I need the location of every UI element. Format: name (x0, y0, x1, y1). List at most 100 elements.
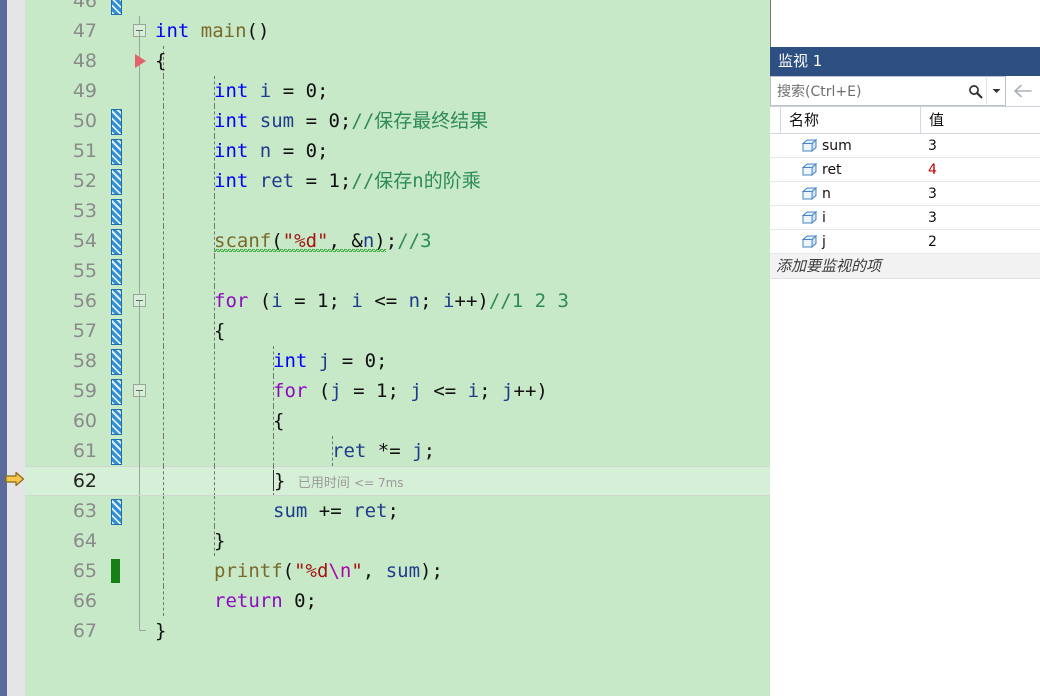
code-text[interactable]: { (155, 406, 284, 436)
outlining-column[interactable] (129, 256, 151, 286)
outlining-column[interactable] (129, 436, 151, 466)
outlining-column[interactable] (129, 286, 151, 316)
outlining-column[interactable] (129, 586, 151, 616)
watch-row[interactable]: j2 (770, 230, 1040, 254)
editor-indicator-margin[interactable] (7, 0, 25, 696)
change-bar-edited (111, 229, 122, 255)
outlining-column[interactable] (129, 226, 151, 256)
code-text[interactable]: printf("%d\n", sum); (155, 556, 443, 586)
code-lines[interactable]: 4647int main()48 {49int i = 0;50int sum =… (25, 0, 770, 646)
code-text[interactable]: int n = 0; (155, 136, 329, 166)
code-text[interactable]: int j = 0; (155, 346, 388, 376)
code-line[interactable]: 64} (25, 526, 770, 556)
outlining-column[interactable] (129, 106, 151, 136)
code-line[interactable]: 46 (25, 0, 770, 16)
outlining-column[interactable] (129, 316, 151, 346)
watch-search-bar[interactable]: 搜索(Ctrl+E) (770, 76, 1040, 107)
code-line[interactable]: 53 (25, 196, 770, 226)
watch-variable-name[interactable]: ret (780, 158, 920, 181)
code-text[interactable]: { (155, 316, 225, 346)
watch-row[interactable]: i3 (770, 206, 1040, 230)
watch-variable-name[interactable]: sum (780, 134, 920, 157)
watch-variable-name[interactable]: n (780, 182, 920, 205)
code-text[interactable]: sum += ret; (155, 496, 399, 526)
code-text[interactable]: int i = 0; (155, 76, 329, 106)
code-text[interactable]: int ret = 1;//保存n的阶乘 (155, 166, 481, 196)
watch-row[interactable]: n3 (770, 182, 1040, 206)
search-icon[interactable] (964, 76, 986, 106)
outlining-column[interactable] (129, 346, 151, 376)
watch-variable-value[interactable]: 4 (920, 158, 1040, 181)
line-number: 63 (25, 496, 97, 526)
field-box-icon (802, 211, 817, 224)
code-line[interactable]: 67} (25, 616, 770, 646)
code-line[interactable]: 48 { (25, 46, 770, 76)
watch-table-body[interactable]: sum3ret4n3i3j2 (770, 134, 1040, 254)
outlining-column[interactable] (129, 16, 151, 46)
watch-variable-value[interactable]: 2 (920, 230, 1040, 253)
code-text[interactable]: ret *= j; (155, 436, 435, 466)
outlining-column[interactable] (129, 556, 151, 586)
code-line[interactable]: 47int main() (25, 16, 770, 46)
code-line[interactable]: 49int i = 0; (25, 76, 770, 106)
code-line[interactable]: 60{ (25, 406, 770, 436)
code-line[interactable]: 62} 已用时间 <= 7ms (25, 466, 770, 496)
outline-elbow (139, 630, 146, 631)
code-line[interactable]: 56for (i = 1; i <= n; i++)//1 2 3 (25, 286, 770, 316)
code-line[interactable]: 63 sum += ret; (25, 496, 770, 526)
code-line[interactable]: 51int n = 0; (25, 136, 770, 166)
watch-variable-name[interactable]: j (780, 230, 920, 253)
watch-variable-name[interactable]: i (780, 206, 920, 229)
code-text[interactable]: scanf("%d", &n);//3 (155, 226, 432, 256)
watch-window[interactable]: 监视 1 搜索(Ctrl+E) 名称 (770, 47, 1040, 696)
code-line[interactable]: 54scanf("%d", &n);//3 (25, 226, 770, 256)
outlining-column[interactable] (129, 166, 151, 196)
outlining-column[interactable] (129, 376, 151, 406)
outlining-column[interactable] (129, 496, 151, 526)
outlining-column[interactable] (129, 616, 151, 646)
watch-search-placeholder: 搜索(Ctrl+E) (777, 81, 861, 101)
code-line[interactable]: 61ret *= j; (25, 436, 770, 466)
code-line[interactable]: 50int sum = 0;//保存最终结果 (25, 106, 770, 136)
outlining-column[interactable] (129, 526, 151, 556)
code-line[interactable]: 55 (25, 256, 770, 286)
arrow-left-icon[interactable] (1006, 76, 1040, 106)
code-line[interactable]: 58int j = 0; (25, 346, 770, 376)
watch-column-name[interactable]: 名称 (781, 107, 921, 133)
watch-variable-value[interactable]: 3 (920, 134, 1040, 157)
change-bar-edited (111, 439, 122, 465)
red-triangle-glyph-icon[interactable] (135, 54, 146, 68)
code-line[interactable]: 52int ret = 1;//保存n的阶乘 (25, 166, 770, 196)
code-line[interactable]: 65printf("%d\n", sum); (25, 556, 770, 586)
code-text[interactable]: } (155, 616, 166, 646)
watch-row[interactable]: ret4 (770, 158, 1040, 182)
code-editor[interactable]: 4647int main()48 {49int i = 0;50int sum =… (25, 0, 771, 696)
code-text[interactable]: return 0; (155, 586, 317, 616)
watch-add-item-row[interactable]: 添加要监视的项 (770, 254, 1040, 279)
watch-row-gutter (770, 134, 780, 157)
watch-variable-value[interactable]: 3 (920, 206, 1040, 229)
code-text[interactable]: int sum = 0;//保存最终结果 (155, 106, 488, 136)
outlining-column[interactable] (129, 196, 151, 226)
outlining-column[interactable] (129, 406, 151, 436)
change-bar-edited (111, 169, 122, 195)
line-number: 48 (25, 46, 97, 76)
code-text[interactable]: for (i = 1; i <= n; i++)//1 2 3 (155, 286, 569, 316)
outlining-column[interactable] (129, 466, 151, 496)
code-line[interactable]: 59for (j = 1; j <= i; j++) (25, 376, 770, 406)
code-line[interactable]: 57{ (25, 316, 770, 346)
code-text[interactable]: { (155, 46, 166, 76)
code-text[interactable]: } 已用时间 <= 7ms (155, 466, 404, 499)
code-text[interactable]: } (155, 526, 225, 556)
code-line[interactable]: 66return 0; (25, 586, 770, 616)
watch-variable-name-text: i (822, 210, 826, 226)
watch-variable-value[interactable]: 3 (920, 182, 1040, 205)
outlining-column[interactable] (129, 136, 151, 166)
outlining-column[interactable] (129, 76, 151, 106)
watch-row[interactable]: sum3 (770, 134, 1040, 158)
watch-column-value[interactable]: 值 (921, 107, 1040, 133)
watch-search-input[interactable]: 搜索(Ctrl+E) (770, 76, 964, 106)
chevron-down-icon[interactable] (986, 76, 1006, 106)
code-text[interactable]: int main() (155, 16, 269, 46)
code-text[interactable]: for (j = 1; j <= i; j++) (155, 376, 548, 406)
